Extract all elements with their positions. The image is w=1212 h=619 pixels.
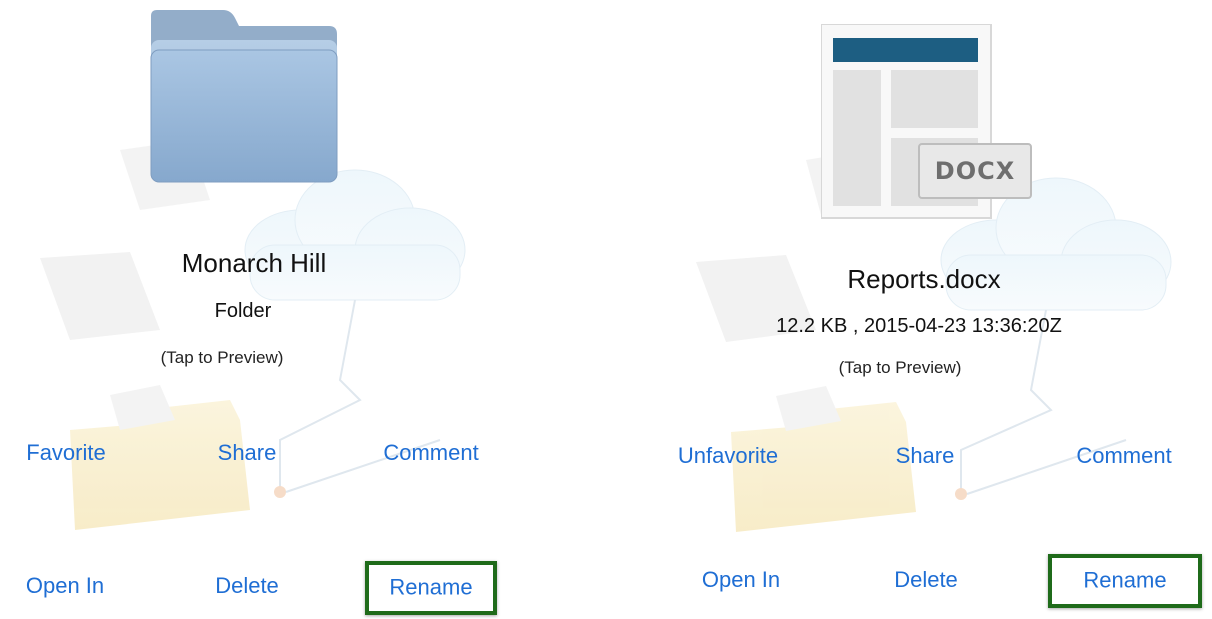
tap-to-preview-hint[interactable]: (Tap to Preview) [839, 358, 962, 378]
item-type: Folder [214, 300, 272, 322]
comment-button[interactable]: Comment [1076, 443, 1171, 469]
item-name: Reports.docx [847, 264, 1001, 294]
share-button[interactable]: Share [896, 443, 955, 469]
docx-badge: DOCX [934, 157, 1016, 185]
favorite-button[interactable]: Favorite [26, 440, 105, 466]
rename-highlight-box: Rename [1048, 554, 1202, 608]
item-metadata: 12.2 KB , 2015-04-23 13:36:20Z [776, 315, 1062, 337]
file-details-panel-document: DOCX Reports.docx 12.2 KB , 2015-04-23 1… [606, 0, 1212, 619]
comment-button[interactable]: Comment [383, 440, 478, 466]
share-button[interactable]: Share [218, 440, 277, 466]
item-name: Monarch Hill [181, 248, 327, 278]
rename-button[interactable]: Rename [389, 574, 472, 600]
tap-to-preview-hint[interactable]: (Tap to Preview) [161, 348, 284, 368]
open-in-button[interactable]: Open In [26, 573, 104, 599]
folder-icon [150, 10, 338, 183]
delete-button[interactable]: Delete [215, 573, 279, 599]
open-in-button[interactable]: Open In [702, 567, 780, 593]
file-details-panel-folder: Monarch Hill Folder (Tap to Preview) Fav… [0, 0, 606, 619]
rename-button[interactable]: Rename [1083, 567, 1166, 593]
rename-highlight-box: Rename [365, 561, 497, 615]
delete-button[interactable]: Delete [894, 567, 958, 593]
unfavorite-button[interactable]: Unfavorite [678, 443, 778, 469]
